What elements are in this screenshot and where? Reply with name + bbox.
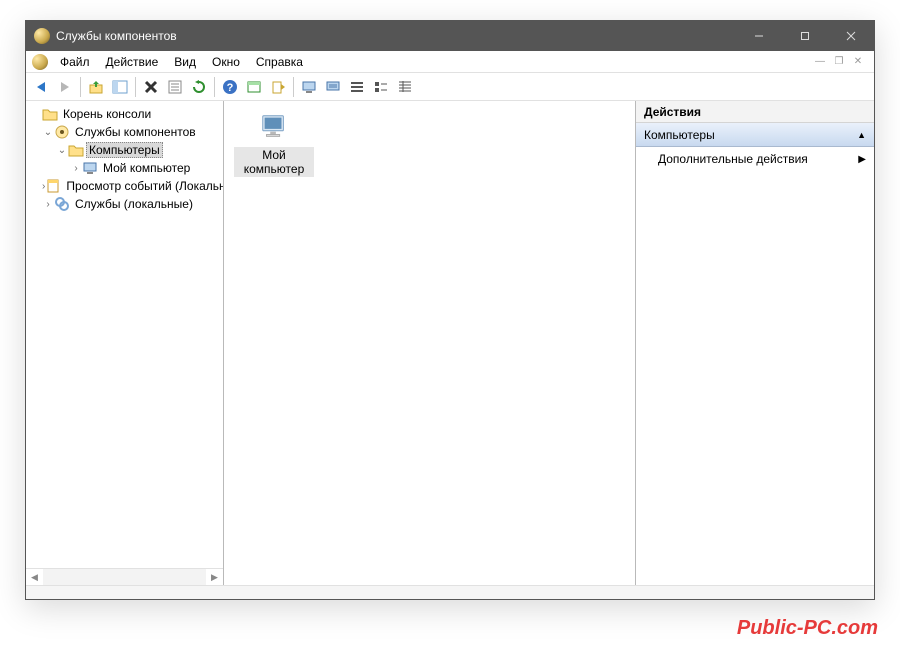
up-button[interactable] [85, 76, 107, 98]
tiles-icon [349, 79, 365, 95]
new-window-button[interactable] [243, 76, 265, 98]
tree-event-viewer[interactable]: › Просмотр событий (Локальный) [28, 177, 223, 195]
computer-large-icon [234, 109, 314, 145]
tree-my-computer[interactable]: › Мой компьютер [28, 159, 223, 177]
folder-icon [42, 106, 58, 122]
event-viewer-icon [45, 178, 61, 194]
label-line: Мой [236, 148, 312, 162]
mmc-icon [32, 54, 48, 70]
tree-pane-icon [112, 79, 128, 95]
statusbar [26, 585, 874, 599]
back-arrow-icon [33, 79, 49, 95]
help-button[interactable]: ? [219, 76, 241, 98]
watermark-text: Public-PC.com [737, 617, 878, 640]
scroll-right-button[interactable]: ▶ [206, 569, 223, 585]
tree-pane: Корень консоли ⌄ Службы компонентов ⌄ Ко… [26, 101, 224, 585]
folder-up-icon [88, 79, 104, 95]
view-computers-button[interactable] [298, 76, 320, 98]
actions-more[interactable]: Дополнительные действия ▶ [636, 147, 874, 171]
tree-component-services[interactable]: ⌄ Службы компонентов [28, 123, 223, 141]
actions-section[interactable]: Компьютеры ▲ [636, 123, 874, 147]
view-details-button[interactable] [394, 76, 416, 98]
mdi-close-button[interactable]: ✕ [850, 55, 866, 69]
label-line: компьютер [236, 162, 312, 176]
forward-button[interactable] [54, 76, 76, 98]
menu-file[interactable]: Файл [52, 53, 98, 71]
tree-label-selected: Компьютеры [86, 142, 163, 158]
app-icon [34, 28, 50, 44]
close-button[interactable] [828, 21, 874, 51]
window-title: Службы компонентов [56, 29, 177, 43]
window-icon [246, 79, 262, 95]
content-item-my-computer[interactable]: Мой компьютер [234, 109, 314, 177]
mdi-restore-button[interactable]: ❐ [831, 55, 847, 69]
mdi-controls: — ❐ ✕ [812, 55, 870, 69]
tree-local-services[interactable]: › Службы (локальные) [28, 195, 223, 213]
folder-icon [68, 142, 84, 158]
delete-icon [144, 80, 158, 94]
properties-button[interactable] [164, 76, 186, 98]
console-tree[interactable]: Корень консоли ⌄ Службы компонентов ⌄ Ко… [26, 101, 223, 568]
collapse-icon[interactable]: ⌄ [42, 127, 54, 138]
titlebar[interactable]: Службы компонентов [26, 21, 874, 51]
view-apps-button[interactable] [322, 76, 344, 98]
list-icon [373, 79, 389, 95]
toolbar: ? [26, 73, 874, 101]
content-item-label: Мой компьютер [234, 147, 314, 177]
menu-window[interactable]: Окно [204, 53, 248, 71]
help-icon: ? [222, 79, 238, 95]
menubar: Файл Действие Вид Окно Справка — ❐ ✕ [26, 51, 874, 73]
tree-label: Службы (локальные) [72, 196, 196, 212]
show-hide-tree-button[interactable] [109, 76, 131, 98]
close-icon [846, 31, 856, 41]
tree-label: Корень консоли [60, 106, 154, 122]
collapse-icon[interactable]: ⌄ [56, 145, 68, 156]
properties-icon [167, 79, 183, 95]
export-icon [270, 79, 286, 95]
scroll-left-button[interactable]: ◀ [26, 569, 43, 585]
forward-arrow-icon [57, 79, 73, 95]
services-icon [54, 196, 70, 212]
maximize-icon [800, 31, 810, 41]
tree-label: Мой компьютер [100, 160, 193, 176]
refresh-icon [191, 79, 207, 95]
minimize-icon [754, 31, 764, 41]
menu-help[interactable]: Справка [248, 53, 311, 71]
expand-icon[interactable]: › [70, 163, 82, 174]
actions-pane: Действия Компьютеры ▲ Дополнительные дей… [636, 101, 874, 585]
expand-icon[interactable]: › [42, 199, 54, 210]
computer-small-icon [301, 79, 317, 95]
collapse-arrow-icon: ▲ [857, 130, 866, 140]
mdi-minimize-button[interactable]: — [812, 55, 828, 69]
back-button[interactable] [30, 76, 52, 98]
actions-section-title: Компьютеры [644, 128, 715, 142]
scroll-track[interactable] [43, 569, 206, 585]
tree-computers[interactable]: ⌄ Компьютеры [28, 141, 223, 159]
actions-header: Действия [636, 101, 874, 123]
actions-more-label: Дополнительные действия [658, 152, 808, 166]
tree-root[interactable]: Корень консоли [28, 105, 223, 123]
computer-icon [82, 160, 98, 176]
view-tiles-button[interactable] [346, 76, 368, 98]
maximize-button[interactable] [782, 21, 828, 51]
app-window: Службы компонентов Файл Действие Вид Окн… [25, 20, 875, 600]
export-button[interactable] [267, 76, 289, 98]
svg-text:?: ? [227, 82, 234, 94]
workarea: Корень консоли ⌄ Службы компонентов ⌄ Ко… [26, 101, 874, 585]
horizontal-scrollbar[interactable]: ◀ ▶ [26, 568, 223, 585]
delete-button[interactable] [140, 76, 162, 98]
minimize-button[interactable] [736, 21, 782, 51]
details-icon [397, 79, 413, 95]
view-list-button[interactable] [370, 76, 392, 98]
tree-label: Службы компонентов [72, 124, 199, 140]
content-pane[interactable]: Мой компьютер [224, 101, 636, 585]
menu-view[interactable]: Вид [166, 53, 204, 71]
component-services-icon [54, 124, 70, 140]
refresh-button[interactable] [188, 76, 210, 98]
tree-label: Просмотр событий (Локальный) [63, 178, 223, 194]
submenu-arrow-icon: ▶ [858, 154, 866, 165]
detail-small-icon [325, 79, 341, 95]
menu-action[interactable]: Действие [98, 53, 167, 71]
